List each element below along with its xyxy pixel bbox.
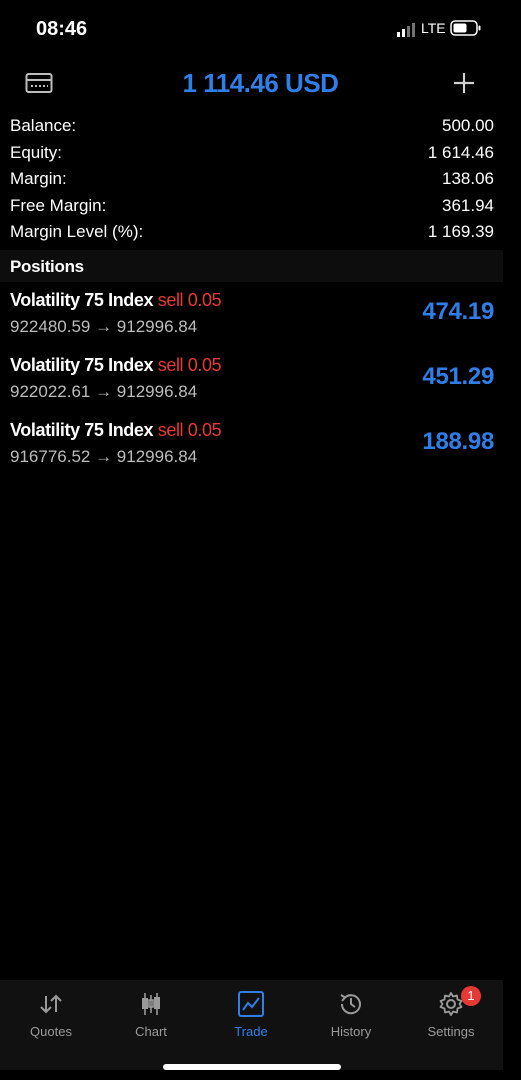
status-bar: 08:46 LTE [0,0,521,56]
summary-row-free-margin: Free Margin: 361.94 [0,193,521,220]
account-equity-title: 1 114.46 USD [182,68,339,98]
positions-section-header: Positions [0,250,503,282]
candlestick-icon [142,993,160,1015]
summary-label: Margin: [10,169,67,188]
summary-label: Free Margin: [10,195,107,215]
position-symbol: Volatility 75 Index sell 0.05 [10,290,222,311]
position-row[interactable]: Volatility 75 Index sell 0.05 922022.61 … [0,355,521,417]
signal-icon [397,23,415,37]
battery-icon [450,20,481,36]
tab-chart[interactable]: Chart [101,980,201,1050]
summary-value: 361.94 [442,195,494,215]
tab-label: Quotes [30,1024,72,1039]
position-row[interactable]: Volatility 75 Index sell 0.05 922480.59 … [0,290,521,352]
symbol-name: Volatility 75 Index [10,420,154,440]
home-indicator[interactable] [163,1064,341,1070]
tab-history[interactable]: History [301,980,401,1050]
tab-trade[interactable]: Trade [201,980,301,1050]
position-prices: 922022.61 → 912996.84 [10,382,198,401]
quotes-arrows-icon [40,994,62,1014]
symbol-name: Volatility 75 Index [10,290,154,310]
network-type: LTE [421,20,446,36]
summary-row-margin-level: Margin Level (%): 1 169.39 [0,219,521,246]
summary-value: 1 614.46 [427,142,494,162]
status-time: 08:46 [36,18,88,40]
account-card-icon[interactable] [25,72,53,94]
notification-badge: 1 [461,986,481,1006]
position-side: sell 0.05 [157,355,222,375]
tab-label: Trade [234,1024,268,1039]
summary-value: 1 169.39 [427,222,494,241]
account-summary: Balance: 500.00 Equity: 1 614.46 Margin:… [0,113,521,246]
position-profit: 188.98 [422,428,494,455]
position-prices: 922480.59 → 912996.84 [10,317,198,336]
position-symbol: Volatility 75 Index sell 0.05 [10,355,222,376]
summary-value: 500.00 [442,116,494,135]
position-profit: 451.29 [422,363,494,390]
position-profit: 474.19 [422,298,494,325]
position-side: sell 0.05 [157,290,222,310]
symbol-name: Volatility 75 Index [10,355,154,375]
summary-value: 138.06 [442,169,494,188]
bottom-tab-bar: Quotes Chart Trade History 1 Settings [0,980,503,1070]
summary-label: Margin Level (%): [10,222,144,241]
plus-icon[interactable] [452,71,476,95]
positions-title: Positions [10,257,84,276]
position-row[interactable]: Volatility 75 Index sell 0.05 916776.52 … [0,420,521,482]
header: 1 114.46 USD [0,60,521,108]
summary-row-margin: Margin: 138.06 [0,166,521,193]
tab-quotes[interactable]: Quotes [1,980,101,1050]
position-side: sell 0.05 [157,420,222,440]
history-clock-icon [340,994,361,1015]
summary-label: Equity: [10,142,62,162]
position-prices: 916776.52 → 912996.84 [10,447,198,466]
tab-label: History [330,1024,372,1039]
trade-chart-icon [238,991,264,1017]
summary-row-equity: Equity: 1 614.46 [0,140,521,167]
tab-label: Chart [135,1024,167,1039]
summary-label: Balance: [10,116,77,135]
tab-label: Settings [427,1024,475,1039]
tab-settings[interactable]: 1 Settings [401,980,501,1050]
summary-row-balance: Balance: 500.00 [0,113,521,140]
position-symbol: Volatility 75 Index sell 0.05 [10,420,222,441]
